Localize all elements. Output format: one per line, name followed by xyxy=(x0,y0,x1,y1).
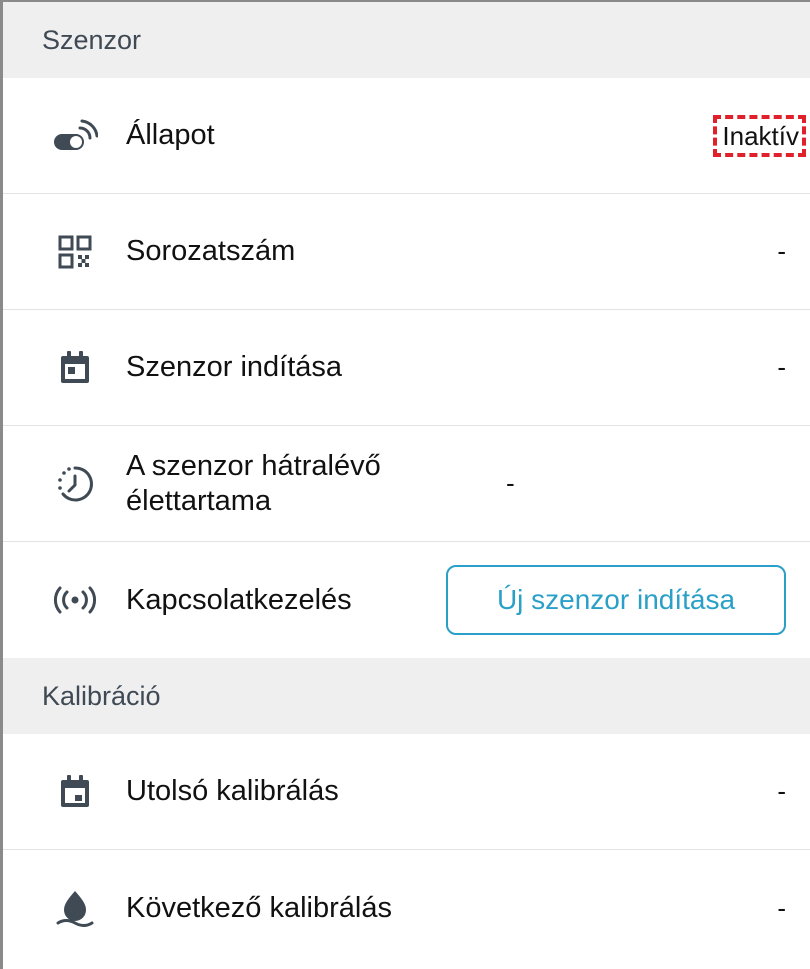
calendar-icon xyxy=(51,344,99,392)
start-new-sensor-button[interactable]: Új szenzor indítása xyxy=(446,565,786,635)
sensor-start-value: - xyxy=(777,352,786,382)
serial-number-label: Sorozatszám xyxy=(126,235,296,268)
section-title: Szenzor xyxy=(42,24,142,55)
row-remaining-lifetime[interactable]: A szenzor hátralévő élettartama - xyxy=(3,426,810,542)
row-last-calibration[interactable]: Utolsó kalibrálás - xyxy=(3,734,810,850)
row-next-calibration[interactable]: Következő kalibrálás - xyxy=(3,850,810,966)
section-title: Kalibráció xyxy=(42,680,161,711)
last-calibration-value: - xyxy=(777,776,786,806)
row-connection-management: Kapcsolatkezelés Új szenzor indítása xyxy=(3,542,810,658)
section-header-szenzor: Szenzor xyxy=(3,2,810,78)
signal-icon xyxy=(51,576,99,624)
calendar-icon xyxy=(51,768,99,816)
status-value: Inaktív xyxy=(713,114,806,157)
qr-code-icon xyxy=(51,228,99,276)
next-calibration-label: Következő kalibrálás xyxy=(126,891,392,924)
sensor-start-label: Szenzor indítása xyxy=(126,351,343,384)
connection-management-label: Kapcsolatkezelés xyxy=(126,583,352,616)
row-status[interactable]: Állapot Inaktív xyxy=(3,78,810,194)
serial-number-value: - xyxy=(777,236,786,266)
row-serial-number[interactable]: Sorozatszám - xyxy=(3,194,810,310)
drop-icon xyxy=(51,884,99,932)
remaining-lifetime-label: A szenzor hátralévő élettartama xyxy=(126,450,381,517)
timer-icon xyxy=(51,460,99,508)
row-sensor-start[interactable]: Szenzor indítása - xyxy=(3,310,810,426)
section-header-kalibracio: Kalibráció xyxy=(3,658,810,734)
next-calibration-value: - xyxy=(777,892,786,923)
status-label: Állapot xyxy=(126,119,215,152)
last-calibration-label: Utolsó kalibrálás xyxy=(126,775,339,808)
remaining-lifetime-value: - xyxy=(506,468,515,498)
sensor-settings-screen: Szenzor Állapot Inaktív Sorozatszám - Sz… xyxy=(0,0,810,969)
sensor-toggle-icon xyxy=(51,112,99,160)
